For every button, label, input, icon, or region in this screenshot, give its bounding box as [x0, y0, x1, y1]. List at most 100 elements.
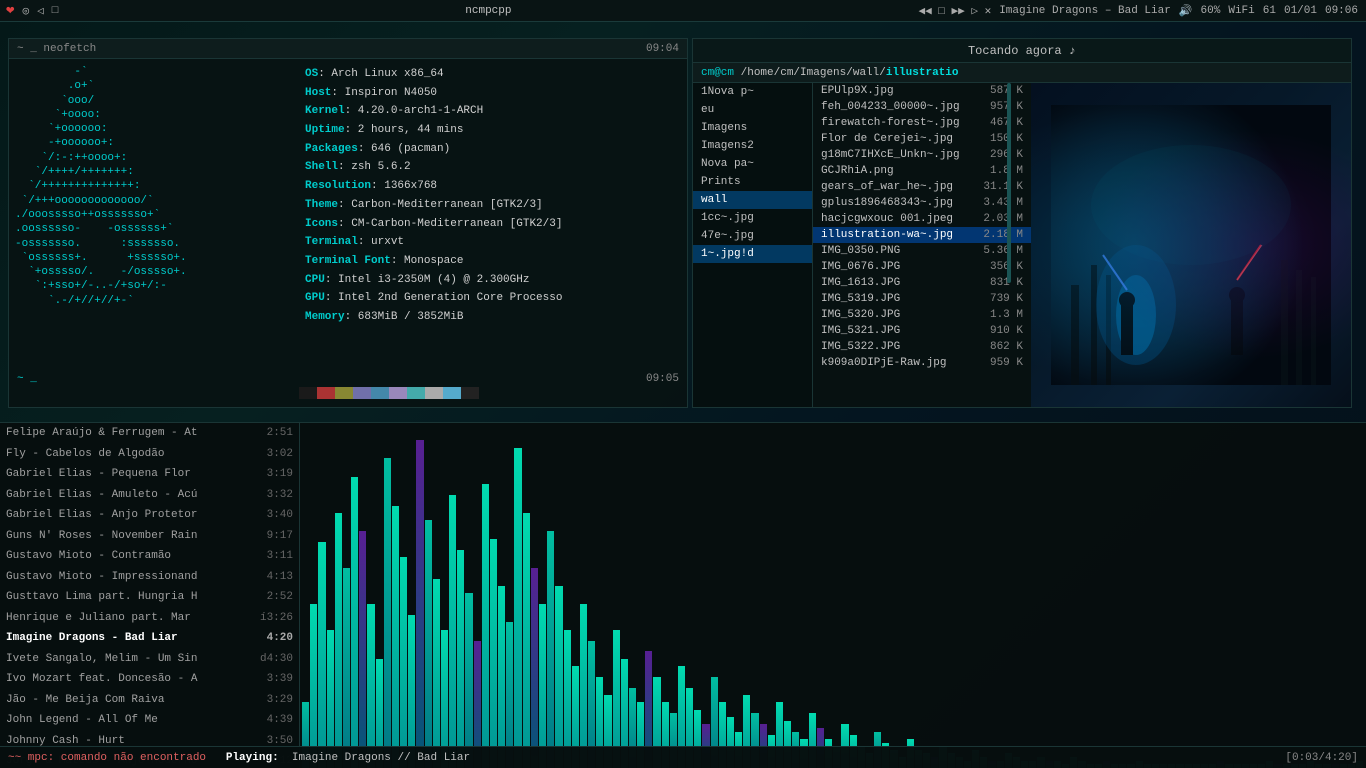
fm-folders-panel[interactable]: 1Nova p~ eu Imagens Imagens2 Nova pa~ Pr… — [693, 83, 813, 407]
playlist-item[interactable]: Guns N' Roses - November Rain9:17 — [0, 526, 299, 547]
playlist-item[interactable]: Ivo Mozart feat. Doncesão - A3:39 — [0, 669, 299, 690]
fm-file-row[interactable]: Flor de Cerejei~.jpg150 K — [813, 131, 1031, 147]
fm-file-size: 910 K — [963, 325, 1023, 337]
fm-file-name: Flor de Cerejei~.jpg — [821, 133, 963, 145]
vis-bar — [400, 557, 407, 768]
track-duration: 3:29 — [267, 692, 293, 709]
track-duration: 3:19 — [267, 466, 293, 483]
fm-folder-1nova[interactable]: 1Nova p~ — [693, 83, 812, 101]
fm-file-size: 862 K — [963, 341, 1023, 353]
playlist-item[interactable]: Imagine Dragons - Bad Liar4:20 — [0, 628, 299, 649]
track-duration: 4:13 — [267, 569, 293, 586]
fm-user: cm@cm — [701, 67, 734, 79]
visualizer — [300, 423, 1366, 768]
fm-file-row[interactable]: firewatch-forest~.jpg467 K — [813, 115, 1031, 131]
playlist-item[interactable]: Gustavo Mioto - Contramão3:11 — [0, 546, 299, 567]
track-duration: 3:32 — [267, 487, 293, 504]
taskbar-icon-4[interactable]: □ — [52, 5, 59, 17]
app-icon[interactable]: ❤ — [6, 2, 14, 19]
fm-file-row[interactable]: IMG_0676.JPG356 K — [813, 259, 1031, 275]
playlist-item[interactable]: Gabriel Elias - Pequena Flor3:19 — [0, 464, 299, 485]
vis-bar — [514, 448, 521, 768]
fm-path: cm@cm /home/cm/Imagens/wall/illustratio — [701, 67, 958, 79]
taskbar-title: ncmpcpp — [58, 5, 918, 17]
fm-file-name: g18mC7IHXcE_Unkn~.jpg — [821, 149, 963, 161]
fm-folder-1cc[interactable]: 1cc~.jpg — [693, 209, 812, 227]
fm-folder-prints[interactable]: Prints — [693, 173, 812, 191]
playlist-item[interactable]: Ivete Sangalo, Melim - Um Sind4:30 — [0, 649, 299, 670]
playlist-item[interactable]: Jão - Me Beija Com Raiva 3:29 — [0, 690, 299, 711]
fm-file-row[interactable]: IMG_5321.JPG910 K — [813, 323, 1031, 339]
fm-folder-1jpg[interactable]: 1~.jpg!d — [693, 245, 812, 263]
playlist-item[interactable]: John Legend - All Of Me 4:39 — [0, 710, 299, 731]
color-block-2 — [335, 387, 353, 399]
fm-file-name: GCJRhiA.png — [821, 165, 963, 177]
vis-bar — [384, 458, 391, 768]
cmd-playing-track: Imagine Dragons // Bad Liar — [292, 752, 470, 764]
vis-bar — [490, 539, 497, 768]
date-display: 01/01 — [1284, 5, 1317, 17]
track-duration: 3:40 — [267, 507, 293, 524]
fm-folder-47e[interactable]: 47e~.jpg — [693, 227, 812, 245]
fm-file-row[interactable]: feh_004233_00000~.jpg957 K — [813, 99, 1031, 115]
track-duration: 4:39 — [267, 712, 293, 729]
fm-file-row[interactable]: GCJRhiA.png1.8 M — [813, 163, 1031, 179]
playlist[interactable]: Felipe Araújo & Ferrugem - At2:51Fly - C… — [0, 423, 300, 768]
track-duration: 3:11 — [267, 548, 293, 565]
playlist-item[interactable]: Gabriel Elias - Amuleto - Acú3:32 — [0, 485, 299, 506]
vis-bar — [449, 495, 456, 768]
track-duration: í3:26 — [260, 610, 293, 627]
taskbar: ❤ ◎ ◁ □ ncmpcpp ◀◀ □ ▶▶ ▷ ✕ Imagine Drag… — [0, 0, 1366, 22]
fm-files-panel[interactable]: EPUlp9X.jpg587 Kfeh_004233_00000~.jpg957… — [813, 83, 1031, 407]
color-block-1 — [317, 387, 335, 399]
fm-scrollbar[interactable] — [1007, 83, 1011, 283]
fm-file-row[interactable]: IMG_1613.JPG831 K — [813, 275, 1031, 291]
fm-folder-wall[interactable]: wall — [693, 191, 812, 209]
fm-file-name: hacjcgwxouc 001.jpeg — [821, 213, 963, 225]
fm-file-row[interactable]: hacjcgwxouc 001.jpeg2.03 M — [813, 211, 1031, 227]
fm-folder-imagens[interactable]: Imagens — [693, 119, 812, 137]
neofetch-timestamp: 09:04 — [646, 43, 679, 55]
playlist-item[interactable]: Fly - Cabelos de Algodão3:02 — [0, 444, 299, 465]
fm-file-row[interactable]: IMG_5320.JPG1.3 M — [813, 307, 1031, 323]
fm-file-size: 31.1 K — [963, 181, 1023, 193]
track-name: Gabriel Elias - Anjo Protetor — [6, 507, 259, 524]
fm-file-size: 356 K — [963, 261, 1023, 273]
fm-folder-eu[interactable]: eu — [693, 101, 812, 119]
fm-file-name: gplus1896468343~.jpg — [821, 197, 963, 209]
track-name: Jão - Me Beija Com Raiva — [6, 692, 259, 709]
fm-current-dir: illustratio — [886, 67, 959, 79]
taskbar-icon-3[interactable]: ◁ — [37, 4, 44, 18]
vis-bar — [367, 604, 374, 768]
fm-file-name: IMG_1613.JPG — [821, 277, 963, 289]
playlist-item[interactable]: Gustavo Mioto - Impressionand4:13 — [0, 567, 299, 588]
playlist-item[interactable]: Gabriel Elias - Anjo Protetor 3:40 — [0, 505, 299, 526]
fm-file-size: 3.43 M — [963, 197, 1023, 209]
now-playing-bar: Tocando agora ♪ — [693, 39, 1351, 63]
taskbar-icon-2[interactable]: ◎ — [22, 4, 29, 18]
playlist-item[interactable]: Felipe Araújo & Ferrugem - At2:51 — [0, 423, 299, 444]
fm-file-row[interactable]: illustration-wa~.jpg2.18 M — [813, 227, 1031, 243]
cmd-error: ~~ mpc: comando não encontrado — [8, 752, 206, 764]
vis-bar — [310, 604, 317, 768]
fm-file-row[interactable]: k909a0DIPjE-Raw.jpg959 K — [813, 355, 1031, 371]
fm-file-row[interactable]: gplus1896468343~.jpg3.43 M — [813, 195, 1031, 211]
fm-file-row[interactable]: IMG_5322.JPG862 K — [813, 339, 1031, 355]
color-blocks — [299, 387, 479, 399]
cmd-playing: Playing: Imagine Dragons // Bad Liar — [226, 752, 470, 764]
fm-file-row[interactable]: IMG_0350.PNG5.36 M — [813, 243, 1031, 259]
fm-folder-novapa[interactable]: Nova pa~ — [693, 155, 812, 173]
vis-bar — [433, 579, 440, 768]
track-name: John Legend - All Of Me — [6, 712, 259, 729]
fm-file-row[interactable]: EPUlp9X.jpg587 K — [813, 83, 1031, 99]
fm-file-size: 959 K — [963, 357, 1023, 369]
color-block-0 — [299, 387, 317, 399]
fm-file-row[interactable]: gears_of_war_he~.jpg31.1 K — [813, 179, 1031, 195]
fm-file-row[interactable]: g18mC7IHXcE_Unkn~.jpg296 K — [813, 147, 1031, 163]
playlist-item[interactable]: Gusttavo Lima part. Hungria H2:52 — [0, 587, 299, 608]
volume-icon: 🔊 — [1179, 4, 1193, 18]
fm-file-row[interactable]: IMG_5319.JPG739 K — [813, 291, 1031, 307]
playlist-item[interactable]: Henrique e Juliano part. Marí3:26 — [0, 608, 299, 629]
fm-folder-imagens2[interactable]: Imagens2 — [693, 137, 812, 155]
fm-file-name: IMG_0350.PNG — [821, 245, 963, 257]
